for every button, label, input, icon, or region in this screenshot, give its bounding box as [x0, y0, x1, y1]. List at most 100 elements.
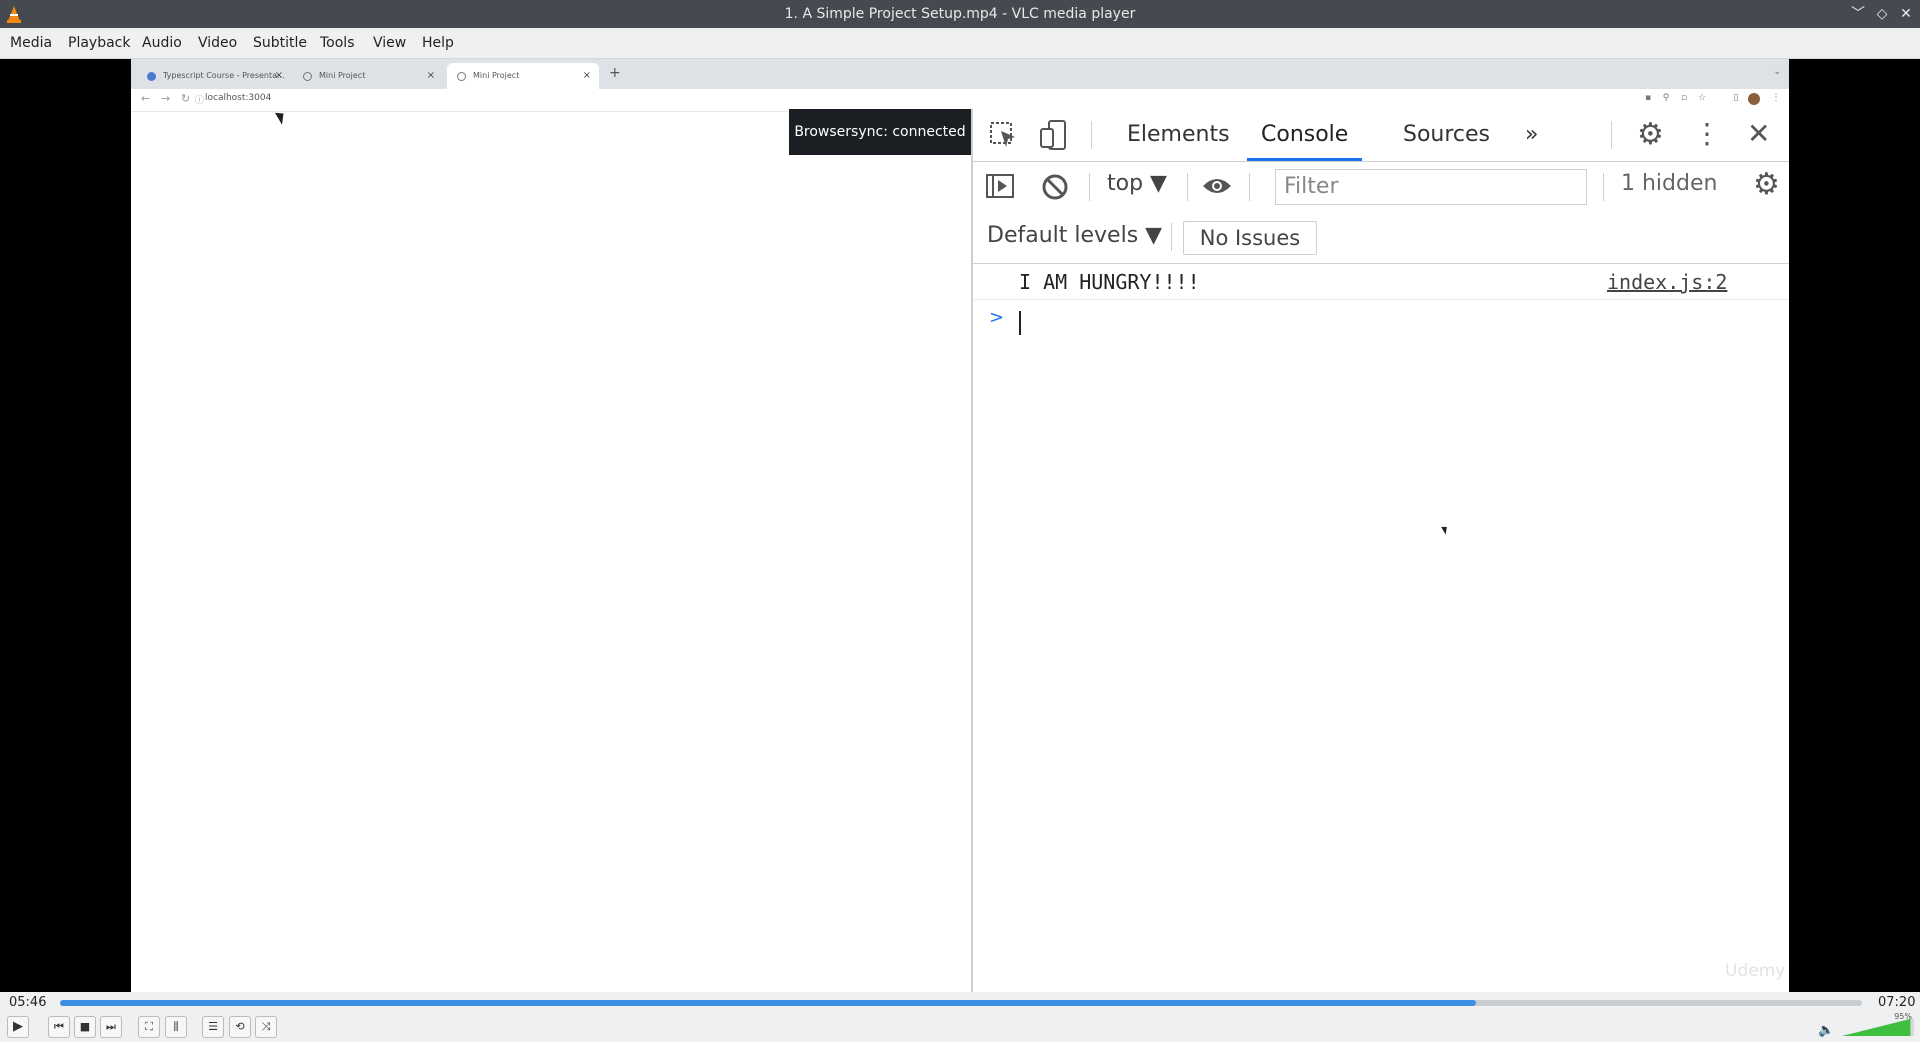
- previous-icon: ⏮: [54, 1020, 64, 1033]
- url-text[interactable]: localhost:3004: [205, 93, 271, 103]
- fullscreen-icon: ⛶: [145, 1020, 153, 1033]
- player-controls: 05:46 07:20 ▶ ⏮ ■ ⏭ ⛶ ⫼ ☰ ⟲ ⤨ 🔈 95%: [0, 992, 1920, 1042]
- elapsed-time[interactable]: 05:46: [9, 995, 46, 1010]
- no-issues-button[interactable]: No Issues: [1183, 221, 1317, 255]
- stop-icon: ■: [79, 1020, 91, 1033]
- separator: [1091, 121, 1092, 149]
- console-settings-gear-icon[interactable]: ⚙: [1753, 167, 1780, 202]
- menu-subtitle[interactable]: Subtitle: [251, 28, 309, 58]
- inspect-element-icon[interactable]: [989, 121, 1019, 151]
- browser-tab-label: Typescript Course - Presenta...: [163, 71, 285, 80]
- console-log-row: I AM HUNGRY!!!! index.js:2: [973, 263, 1789, 300]
- playlist-icon: ☰: [208, 1020, 218, 1033]
- settings-gear-icon[interactable]: ⚙: [1637, 117, 1664, 152]
- console-levels-bar: Default levels ▼ No Issues: [973, 211, 1789, 264]
- info-icon[interactable]: ⓘ: [195, 93, 204, 106]
- tab-close-icon[interactable]: ×: [275, 63, 283, 89]
- reload-icon[interactable]: ↻: [181, 92, 190, 105]
- volume-slider[interactable]: 95%: [1842, 1012, 1914, 1036]
- log-source-link[interactable]: index.js:2: [1607, 270, 1727, 294]
- tab-search-icon[interactable]: ⌄: [1773, 67, 1781, 77]
- play-button[interactable]: ▶: [7, 1016, 29, 1038]
- more-options-icon[interactable]: ⋮: [1693, 117, 1721, 150]
- separator: [1603, 173, 1604, 201]
- hidden-count[interactable]: 1 hidden: [1621, 171, 1717, 196]
- loop-button[interactable]: ⟲: [229, 1016, 251, 1038]
- seek-bar-fill: [60, 1000, 1477, 1006]
- menu-help[interactable]: Help: [420, 28, 456, 58]
- more-tabs-icon[interactable]: »: [1525, 109, 1538, 161]
- menu-audio[interactable]: Audio: [140, 28, 184, 58]
- tab-favicon-icon: [303, 72, 312, 81]
- console-input-caret[interactable]: [1019, 311, 1021, 335]
- close-devtools-icon[interactable]: ✕: [1747, 117, 1770, 150]
- sidebar-toggle-icon[interactable]: [985, 171, 1015, 201]
- profile-avatar[interactable]: [1748, 93, 1760, 105]
- fullscreen-button[interactable]: ⛶: [138, 1016, 160, 1038]
- play-icon: ▶: [13, 1019, 23, 1034]
- devtools-panel: Elements Console Sources » ⚙ ⋮ ✕ top ▼ F…: [971, 109, 1789, 992]
- browsersync-toast: Browsersync: connected: [789, 109, 971, 155]
- menu-video[interactable]: Video: [196, 28, 239, 58]
- new-tab-icon[interactable]: +: [609, 65, 621, 81]
- extension-icon[interactable]: ▪: [1643, 93, 1653, 103]
- menu-media[interactable]: Media: [8, 28, 54, 58]
- tab-close-icon[interactable]: ×: [583, 63, 591, 89]
- tab-favicon-icon: [457, 72, 466, 81]
- browser-tab[interactable]: Typescript Course - Presenta... ×: [137, 63, 291, 89]
- tab-console[interactable]: Console: [1247, 109, 1363, 161]
- sliders-icon: ⫼: [173, 1020, 179, 1033]
- total-time[interactable]: 07:20: [1878, 995, 1915, 1010]
- console-prompt-chevron-icon: >: [989, 307, 1005, 328]
- video-area[interactable]: Typescript Course - Presenta... × Mini P…: [0, 59, 1920, 992]
- browser-tab[interactable]: Mini Project ×: [293, 63, 443, 89]
- menu-view[interactable]: View: [371, 28, 408, 58]
- context-selector[interactable]: top ▼: [1107, 171, 1167, 196]
- sidebar-icon[interactable]: ▯: [1731, 93, 1741, 103]
- default-levels-dropdown[interactable]: Default levels ▼: [987, 223, 1162, 248]
- log-message: I AM HUNGRY!!!!: [1019, 270, 1200, 294]
- console-toolbar: top ▼ Filter 1 hidden ⚙: [973, 161, 1789, 211]
- tab-sources[interactable]: Sources: [1403, 109, 1490, 161]
- separator: [1171, 223, 1172, 251]
- maximize-icon[interactable]: ◇: [1872, 4, 1892, 24]
- devtools-tab-bar: Elements Console Sources » ⚙ ⋮ ✕: [973, 109, 1789, 162]
- previous-button[interactable]: ⏮: [48, 1016, 70, 1038]
- video-frame: Typescript Course - Presenta... × Mini P…: [131, 59, 1789, 992]
- speaker-icon[interactable]: 🔈: [1818, 1023, 1834, 1038]
- menu-playback[interactable]: Playback: [66, 28, 132, 58]
- next-icon: ⏭: [106, 1020, 116, 1033]
- shuffle-button[interactable]: ⤨: [255, 1016, 277, 1038]
- tab-elements[interactable]: Elements: [1127, 109, 1230, 161]
- browser-tab-active[interactable]: Mini Project ×: [447, 63, 599, 89]
- bookmark-star-icon[interactable]: ☆: [1697, 93, 1707, 103]
- menu-bar: Media Playback Audio Video Subtitle Tool…: [0, 28, 1920, 59]
- stop-button[interactable]: ■: [74, 1016, 96, 1038]
- browser-tab-label: Mini Project: [473, 71, 520, 80]
- back-icon[interactable]: ←: [141, 92, 150, 105]
- separator: [1611, 121, 1612, 149]
- live-expression-eye-icon[interactable]: [1201, 175, 1233, 197]
- shuffle-icon: ⤨: [261, 1020, 271, 1033]
- device-toolbar-icon[interactable]: [1039, 119, 1069, 151]
- filter-input[interactable]: Filter: [1275, 169, 1587, 205]
- tab-close-icon[interactable]: ×: [427, 63, 435, 89]
- lock-icon[interactable]: ▫: [1679, 93, 1689, 103]
- minimize-icon[interactable]: ﹀: [1848, 4, 1868, 24]
- next-button[interactable]: ⏭: [100, 1016, 122, 1038]
- close-window-icon[interactable]: ✕: [1896, 4, 1916, 24]
- extended-settings-button[interactable]: ⫼: [165, 1016, 187, 1038]
- clear-console-icon[interactable]: [1041, 173, 1069, 201]
- browser-tab-strip: Typescript Course - Presenta... × Mini P…: [131, 59, 1789, 89]
- browser-menu-icon[interactable]: ⋮: [1771, 93, 1781, 103]
- zoom-icon[interactable]: ⚲: [1661, 93, 1671, 103]
- playlist-button[interactable]: ☰: [202, 1016, 224, 1038]
- tab-favicon-icon: [147, 72, 156, 81]
- window-title: 1. A Simple Project Setup.mp4 - VLC medi…: [784, 6, 1136, 22]
- separator: [1249, 173, 1250, 201]
- menu-tools[interactable]: Tools: [318, 28, 357, 58]
- separator: [1089, 173, 1090, 201]
- seek-bar[interactable]: [60, 1000, 1862, 1006]
- separator: [1187, 173, 1188, 201]
- forward-icon[interactable]: →: [161, 92, 170, 105]
